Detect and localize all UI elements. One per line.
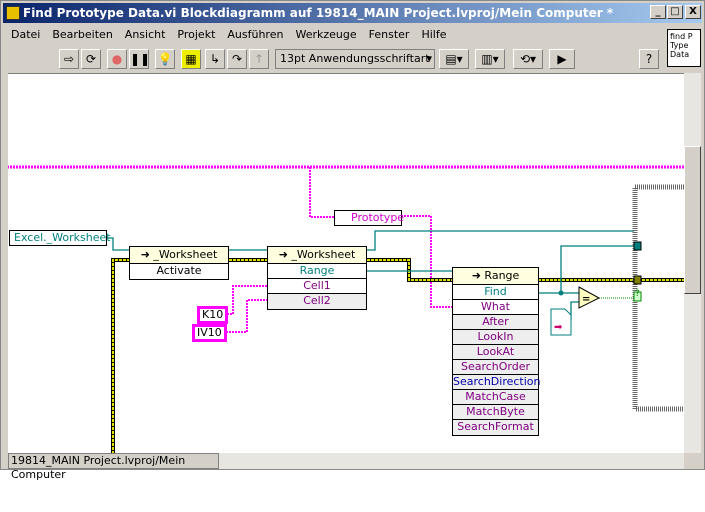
font-dropdown[interactable]: 13pt Anwendungsschriftart ▾ — [275, 49, 435, 69]
node-header: ➜ Range — [453, 268, 538, 285]
menu-bar: Datei Bearbeiten Ansicht Projekt Ausführ… — [5, 26, 452, 44]
what-input: What — [453, 300, 538, 315]
vi-icon[interactable]: find P Type Data — [667, 29, 701, 67]
menu-werkzeuge[interactable]: Werkzeuge — [289, 26, 362, 44]
vertical-scroll-thumb[interactable] — [684, 146, 701, 294]
find-method: Find — [453, 285, 538, 300]
step-out-icon[interactable]: ↑ — [249, 49, 269, 69]
reorder-icon[interactable]: ⟲▾ — [513, 49, 543, 69]
menu-hilfe[interactable]: Hilfe — [415, 26, 452, 44]
abort-icon[interactable]: ● — [107, 49, 127, 69]
menu-ansicht[interactable]: Ansicht — [119, 26, 172, 44]
range-find-node[interactable]: ➜ Range Find What After LookIn LookAt Se… — [452, 267, 541, 436]
activate-method: Activate — [156, 264, 202, 277]
cell2-input: Cell2 — [268, 294, 366, 309]
searchformat-input: SearchFormat — [453, 420, 538, 435]
run-arrow-icon[interactable]: ⇨ — [59, 49, 79, 69]
worksheet-activate-node[interactable]: ➜ _Worksheet Activate — [129, 246, 229, 280]
prototype-constant[interactable]: Prototype — [334, 210, 404, 226]
menu-bearbeiten[interactable]: Bearbeiten — [46, 26, 118, 44]
searchorder-input: SearchOrder — [453, 360, 538, 375]
help-icon[interactable]: ? — [639, 49, 659, 69]
menu-fenster[interactable]: Fenster — [363, 26, 416, 44]
excel-worksheet-control[interactable]: Excel._Worksheet — [9, 230, 111, 246]
menu-ausfuehren[interactable]: Ausführen — [221, 26, 289, 44]
menu-projekt[interactable]: Projekt — [171, 26, 221, 44]
step-over-icon[interactable]: ↷ — [227, 49, 247, 69]
searchdirection-input: SearchDirection — [453, 375, 541, 390]
node-header: ➜ _Worksheet — [268, 247, 366, 264]
lookat-input: LookAt — [453, 345, 538, 360]
lookin-input: LookIn — [453, 330, 538, 345]
cell1-input: Cell1 — [268, 279, 366, 294]
matchbyte-input: MatchByte — [453, 405, 538, 420]
cleanup-diagram-icon[interactable]: ▶ — [549, 49, 575, 69]
labview-icon — [6, 6, 20, 20]
case-selector[interactable]: ? — [635, 289, 640, 299]
svg-text:➡: ➡ — [554, 322, 563, 333]
worksheet-range-node[interactable]: ➜ _Worksheet Range Cell1 Cell2 — [267, 246, 367, 310]
after-input: After — [453, 315, 538, 330]
window-title: Find Prototype Data.vi Blockdiagramm auf… — [23, 6, 614, 20]
close-button[interactable]: X — [685, 5, 701, 19]
step-into-icon[interactable]: ↳ — [205, 49, 225, 69]
retain-wire-values-icon[interactable]: ▦ — [181, 49, 201, 69]
iv10-constant[interactable]: IV10 — [192, 324, 227, 342]
svg-text:=: = — [582, 294, 590, 305]
menu-datei[interactable]: Datei — [5, 26, 46, 44]
labview-window: Find Prototype Data.vi Blockdiagramm auf… — [0, 0, 705, 481]
title-bar: Find Prototype Data.vi Blockdiagramm auf… — [3, 3, 702, 23]
context-path: 19814_MAIN Project.lvproj/Mein Computer — [8, 453, 219, 481]
error-wire — [111, 258, 684, 453]
maximize-button[interactable]: □ — [667, 5, 683, 19]
toolbar: ⇨ ⟳ ● ❚❚ 💡 ▦ ↳ ↷ ↑ 13pt Anwendungsschrif… — [5, 47, 665, 71]
k10-constant[interactable]: K10 — [197, 306, 229, 324]
range-property: Range — [268, 264, 366, 279]
block-diagram[interactable]: = ➡ Excel._Worksheet ➜ _Worksheet Activa… — [8, 73, 684, 453]
node-header: ➜ _Worksheet — [130, 247, 228, 264]
case-structure — [632, 184, 684, 412]
font-label: 13pt Anwendungsschriftart — [280, 52, 430, 65]
string-wire-prototype-in — [309, 167, 334, 218]
align-objects-icon[interactable]: ▤▾ — [439, 49, 469, 69]
chevron-down-icon: ▾ — [426, 52, 432, 65]
matchcase-input: MatchCase — [453, 390, 538, 405]
pause-icon[interactable]: ❚❚ — [129, 49, 150, 69]
run-continuously-icon[interactable]: ⟳ — [81, 49, 101, 69]
distribute-objects-icon[interactable]: ▥▾ — [475, 49, 505, 69]
highlight-bulb-icon[interactable]: 💡 — [155, 49, 175, 69]
minimize-button[interactable]: _ — [650, 5, 666, 19]
